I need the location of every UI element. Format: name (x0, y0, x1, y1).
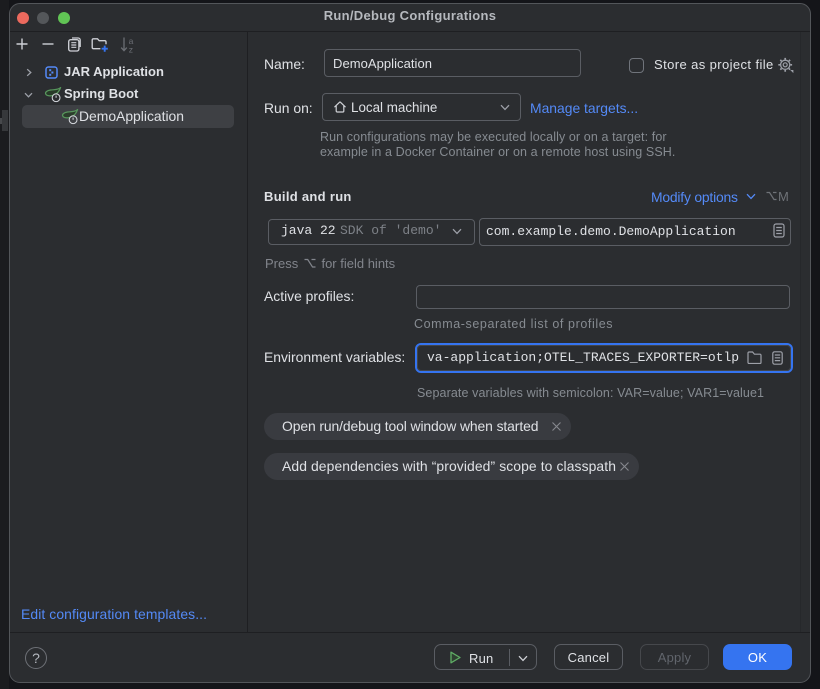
svg-text:z: z (129, 44, 133, 53)
